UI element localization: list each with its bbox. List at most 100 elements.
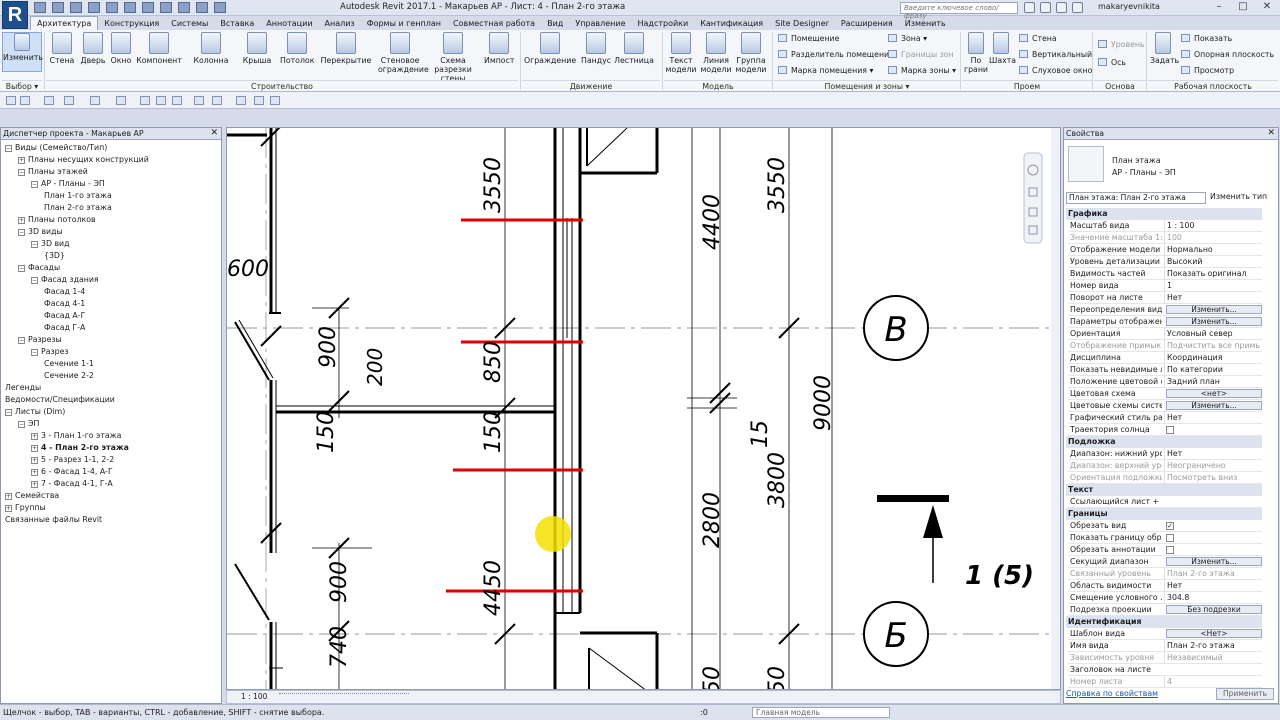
area-tag-button[interactable]: Марка зоны ▾ xyxy=(888,66,956,76)
room-separator-button[interactable]: Разделитель помещений xyxy=(778,50,894,60)
property-value[interactable]: 1 xyxy=(1164,280,1260,291)
property-value[interactable]: Нет xyxy=(1164,412,1260,423)
close-windows-icon[interactable] xyxy=(270,96,280,105)
expand-toggle-icon[interactable]: + xyxy=(31,481,38,488)
expand-toggle-icon[interactable]: − xyxy=(18,229,25,236)
dormer-button[interactable]: Слуховое окно xyxy=(1019,66,1092,76)
print-small-icon[interactable] xyxy=(90,96,100,105)
tree-item[interactable]: План 1-го этажа xyxy=(44,190,112,201)
show-workplane-button[interactable]: Показать xyxy=(1181,34,1232,44)
expand-toggle-icon[interactable]: + xyxy=(5,493,12,500)
area-button[interactable]: Зона ▾ xyxy=(888,34,927,44)
instance-selector[interactable]: План этажа: План 2-го этажа xyxy=(1066,192,1206,204)
tab-2[interactable]: Системы xyxy=(165,17,214,30)
tree-item[interactable]: Фасад Г-А xyxy=(44,322,85,333)
expand-toggle-icon[interactable]: − xyxy=(18,265,25,272)
property-value[interactable]: Нет xyxy=(1164,448,1260,459)
wall-opening-button[interactable]: Стена xyxy=(1019,34,1057,44)
tree-item[interactable]: − Разрез xyxy=(31,346,69,357)
property-edit-button[interactable]: <нет> xyxy=(1166,389,1262,398)
tab-4[interactable]: Аннотации xyxy=(260,17,318,30)
switch-windows-icon[interactable] xyxy=(254,96,264,105)
property-section[interactable]: Границы xyxy=(1066,508,1262,520)
tree-item[interactable]: − Планы этажей xyxy=(18,166,88,177)
tab-5[interactable]: Анализ xyxy=(319,17,361,30)
room-tag-button[interactable]: Марка помещения ▾ xyxy=(778,66,873,76)
expand-toggle-icon[interactable]: − xyxy=(18,421,25,428)
property-value[interactable]: Нет xyxy=(1164,580,1260,591)
tree-item[interactable]: − ЭП xyxy=(18,418,39,429)
build-button-10[interactable]: Импост xyxy=(484,32,514,65)
property-value[interactable]: План 2-го этажа xyxy=(1164,568,1260,579)
tree-item[interactable]: Легенды xyxy=(5,382,41,393)
room-button[interactable]: Помещение xyxy=(778,34,839,44)
property-value[interactable]: Независимый xyxy=(1164,652,1260,663)
tree-item[interactable]: +7 - Фасад 4-1, Г-А xyxy=(31,478,113,489)
tab-3[interactable]: Вставка xyxy=(214,17,260,30)
expand-toggle-icon[interactable]: + xyxy=(18,157,25,164)
undo-icon[interactable] xyxy=(70,2,82,13)
tree-item[interactable]: −3D виды xyxy=(18,226,63,237)
expand-toggle-icon[interactable]: − xyxy=(31,349,38,356)
open-small-icon[interactable] xyxy=(6,96,16,105)
tree-item[interactable]: − Виды (Семейство/Тип) xyxy=(5,142,107,153)
tree-item[interactable]: +6 - Фасад 1-4, А-Г xyxy=(31,466,113,477)
drawing-canvas[interactable]: В Б 1 (5) 600 3550 4400 3550 900 200 850… xyxy=(226,127,1061,690)
property-edit-button[interactable]: Изменить... xyxy=(1166,305,1262,314)
tree-item[interactable]: −3D вид xyxy=(31,238,70,249)
tree-item[interactable]: +5 - Разрез 1-1, 2-2 xyxy=(31,454,114,465)
close-button[interactable]: ✕ xyxy=(1256,0,1278,14)
tree-item[interactable]: Связанные файлы Revit xyxy=(5,514,102,525)
tree-item[interactable]: Фасад 4-1 xyxy=(44,298,85,309)
design-option-select[interactable]: Главная модель xyxy=(752,707,890,718)
dimension-small-icon[interactable] xyxy=(140,96,150,105)
tree-item[interactable]: Фасад 1-4 xyxy=(44,286,85,297)
revit-logo-button[interactable]: R xyxy=(2,1,28,29)
close-hidden-icon[interactable] xyxy=(214,2,226,13)
property-section[interactable]: Текст xyxy=(1066,484,1262,496)
text-icon[interactable] xyxy=(142,2,154,13)
build-button-7[interactable]: Перекрытие xyxy=(318,32,374,65)
tab-13[interactable]: Расширения xyxy=(835,17,899,30)
expand-toggle-icon[interactable]: − xyxy=(31,181,38,188)
viewer-button[interactable]: Просмотр xyxy=(1181,66,1234,76)
property-value[interactable]: Неограничено xyxy=(1164,460,1260,471)
tab-12[interactable]: Site Designer xyxy=(769,17,835,30)
property-value[interactable]: План 2-го этажа xyxy=(1164,640,1260,651)
close-icon[interactable]: ✕ xyxy=(210,128,218,139)
move-button-1[interactable]: Пандус xyxy=(580,32,612,65)
property-section[interactable]: Подложка xyxy=(1066,436,1262,448)
property-value[interactable]: Нет xyxy=(1164,292,1260,303)
property-value[interactable]: Задний план xyxy=(1164,376,1260,387)
tree-item[interactable]: − Разрезы xyxy=(18,334,62,345)
area-boundary-button[interactable]: Границы зон xyxy=(888,50,954,60)
view-scale[interactable]: 1 : 100 xyxy=(241,691,267,703)
property-checkbox[interactable] xyxy=(1166,546,1174,554)
property-value[interactable]: 4 xyxy=(1164,676,1260,687)
build-button-5[interactable]: Крыша xyxy=(240,32,274,65)
model-button-2[interactable]: Группа модели xyxy=(734,32,768,74)
tree-item[interactable]: Сечение 2-2 xyxy=(44,370,94,381)
user-account[interactable]: makaryevnikita xyxy=(1098,2,1160,11)
measure-small-icon[interactable] xyxy=(116,96,126,105)
properties-help-link[interactable]: Справка по свойствам xyxy=(1066,689,1158,698)
expand-toggle-icon[interactable]: + xyxy=(31,445,38,452)
tree-item[interactable]: + Планы несущих конструкций xyxy=(18,154,149,165)
tab-8[interactable]: Вид xyxy=(541,17,569,30)
tree-item[interactable]: Ведомости/Спецификации xyxy=(5,394,115,405)
property-value[interactable]: Подчистить все примык... xyxy=(1164,340,1260,351)
by-face-button[interactable]: По грани xyxy=(964,32,988,74)
property-value[interactable]: Высокий xyxy=(1164,256,1260,267)
move-button-0[interactable]: Ограждение xyxy=(524,32,576,65)
property-edit-button[interactable]: Изменить... xyxy=(1166,317,1262,326)
expand-toggle-icon[interactable]: − xyxy=(31,241,38,248)
maximize-button[interactable]: □ xyxy=(1232,0,1254,14)
build-button-6[interactable]: Потолок xyxy=(280,32,314,65)
tree-item[interactable]: +3 - План 1-го этажа xyxy=(31,430,121,441)
expand-toggle-icon[interactable]: − xyxy=(18,337,25,344)
tab-7[interactable]: Совместная работа xyxy=(447,17,541,30)
view-3d-icon[interactable] xyxy=(160,2,172,13)
3d-small-icon[interactable] xyxy=(194,96,204,105)
minimize-button[interactable]: – xyxy=(1208,0,1230,14)
tab-0[interactable]: Архитектура xyxy=(30,16,99,30)
